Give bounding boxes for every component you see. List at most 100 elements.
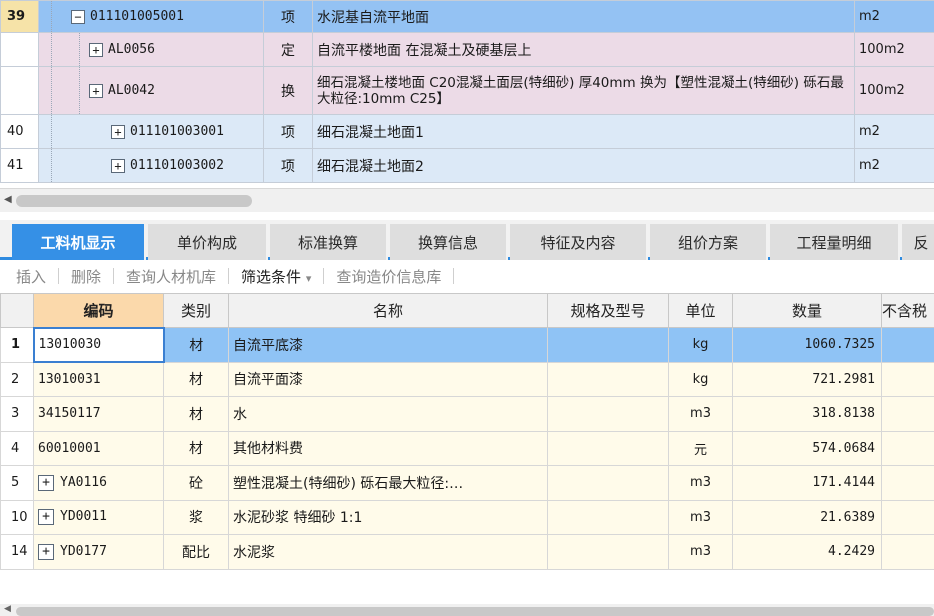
tab-labor-material-machine[interactable]: 工料机显示 bbox=[12, 224, 146, 260]
resource-excl-tax[interactable] bbox=[881, 430, 934, 466]
resource-unit[interactable]: m3 bbox=[668, 499, 733, 535]
expand-icon[interactable]: + bbox=[89, 42, 103, 57]
expand-icon[interactable]: + bbox=[38, 474, 54, 491]
resource-spec[interactable] bbox=[547, 465, 669, 501]
resource-row[interactable]: 14 + YD0177 配比 水泥浆 m3 4.2429 bbox=[0, 534, 934, 570]
expand-icon[interactable]: + bbox=[38, 543, 54, 560]
scroll-left-arrow-icon[interactable]: ◀ bbox=[4, 604, 11, 614]
resource-category[interactable]: 浆 bbox=[163, 499, 229, 535]
resource-quantity[interactable]: 171.4144 bbox=[732, 465, 882, 501]
resource-unit[interactable]: m3 bbox=[668, 396, 733, 432]
tab-pricing-scheme[interactable]: 组价方案 bbox=[650, 224, 768, 260]
item-code-cell[interactable]: − 011101005001 bbox=[38, 0, 264, 33]
item-code-cell[interactable]: + 011101003002 bbox=[38, 148, 264, 183]
resource-category[interactable]: 砼 bbox=[163, 465, 229, 501]
expand-icon[interactable]: + bbox=[111, 124, 125, 139]
resource-code-cell[interactable]: + YD0177 bbox=[33, 534, 164, 570]
scrollbar-thumb[interactable] bbox=[16, 607, 934, 616]
resource-quantity[interactable]: 574.0684 bbox=[732, 430, 882, 466]
resource-excl-tax[interactable] bbox=[881, 465, 934, 501]
resource-excl-tax[interactable] bbox=[881, 499, 934, 535]
resource-quantity[interactable]: 4.2429 bbox=[732, 534, 882, 570]
resource-row[interactable]: 3 34150117 材 水 m3 318.8138 bbox=[0, 396, 934, 432]
resource-quantity[interactable]: 318.8138 bbox=[732, 396, 882, 432]
header-excl-tax[interactable]: 不含税 bbox=[881, 293, 934, 328]
collapse-icon[interactable]: − bbox=[71, 9, 85, 24]
resource-row[interactable]: 10 + YD0011 浆 水泥砂浆 特细砂 1:1 m3 21.6389 bbox=[0, 499, 934, 535]
resource-category[interactable]: 材 bbox=[163, 430, 229, 466]
tab-quantity-detail[interactable]: 工程量明细 bbox=[770, 224, 900, 260]
item-unit[interactable]: m2 bbox=[854, 148, 934, 183]
resource-name[interactable]: 自流平底漆 bbox=[228, 327, 548, 363]
resource-category[interactable]: 材 bbox=[163, 327, 229, 363]
expand-icon[interactable]: + bbox=[111, 158, 125, 173]
item-name[interactable]: 水泥基自流平地面 bbox=[312, 0, 855, 33]
resource-row[interactable]: 1 13010030 材 自流平底漆 kg 1060.7325 bbox=[0, 326, 934, 363]
tab-overflow[interactable]: 反 bbox=[902, 224, 934, 260]
bill-row[interactable]: 41 + 011101003002 项 细石混凝土地面2 m2 bbox=[0, 148, 934, 183]
query-price-info-button[interactable]: 查询造价信息库 bbox=[324, 266, 453, 287]
resource-unit[interactable]: m3 bbox=[668, 534, 733, 570]
resource-excl-tax[interactable] bbox=[881, 396, 934, 432]
resource-spec[interactable] bbox=[547, 327, 669, 363]
quota-row[interactable]: + AL0042 换 细石混凝土楼地面 C20混凝土面层(特细砂) 厚40mm … bbox=[0, 66, 934, 115]
resource-name[interactable]: 水 bbox=[228, 396, 548, 432]
filter-dropdown[interactable]: 筛选条件 ▾ bbox=[229, 266, 323, 287]
bill-row[interactable]: 39 − 011101005001 项 水泥基自流平地面 m2 bbox=[0, 0, 934, 33]
delete-button[interactable]: 删除 bbox=[59, 266, 113, 287]
tab-unit-price-composition[interactable]: 单价构成 bbox=[148, 224, 268, 260]
resource-code-cell[interactable]: + YA0116 bbox=[33, 465, 164, 501]
header-category[interactable]: 类别 bbox=[163, 293, 229, 328]
quota-row[interactable]: + AL0056 定 自流平楼地面 在混凝土及硬基层上 100m2 bbox=[0, 32, 934, 67]
resource-name[interactable]: 其他材料费 bbox=[228, 430, 548, 466]
bottom-horizontal-scrollbar[interactable]: ◀ bbox=[0, 604, 934, 616]
scrollbar-thumb[interactable] bbox=[16, 195, 252, 207]
item-code-cell[interactable]: + AL0042 bbox=[38, 66, 264, 115]
resource-category[interactable]: 材 bbox=[163, 361, 229, 397]
resource-unit[interactable]: kg bbox=[668, 327, 733, 363]
item-name[interactable]: 细石混凝土楼地面 C20混凝土面层(特细砂) 厚40mm 换为【塑性混凝土(特细… bbox=[312, 66, 855, 115]
item-unit[interactable]: m2 bbox=[854, 0, 934, 33]
scroll-left-arrow-icon[interactable]: ◀ bbox=[4, 194, 12, 205]
resource-quantity[interactable]: 721.2981 bbox=[732, 361, 882, 397]
resource-spec[interactable] bbox=[547, 534, 669, 570]
item-unit[interactable]: 100m2 bbox=[854, 32, 934, 67]
resource-name[interactable]: 塑性混凝土(特细砂) 砾石最大粒径:… bbox=[228, 465, 548, 501]
resource-excl-tax[interactable] bbox=[881, 327, 934, 363]
resource-code-cell[interactable]: + YD0011 bbox=[33, 499, 164, 535]
resource-spec[interactable] bbox=[547, 430, 669, 466]
header-name[interactable]: 名称 bbox=[228, 293, 548, 328]
expand-icon[interactable]: + bbox=[89, 83, 103, 98]
bill-row[interactable]: 40 + 011101003001 项 细石混凝土地面1 m2 bbox=[0, 114, 934, 149]
tab-features-content[interactable]: 特征及内容 bbox=[510, 224, 648, 260]
resource-row[interactable]: 2 13010031 材 自流平面漆 kg 721.2981 bbox=[0, 361, 934, 397]
resource-spec[interactable] bbox=[547, 396, 669, 432]
header-quantity[interactable]: 数量 bbox=[732, 293, 882, 328]
resource-name[interactable]: 自流平面漆 bbox=[228, 361, 548, 397]
item-unit[interactable]: m2 bbox=[854, 114, 934, 149]
item-unit[interactable]: 100m2 bbox=[854, 66, 934, 115]
resource-code[interactable]: 13010030 bbox=[32, 326, 165, 363]
resource-row[interactable]: 4 60010001 材 其他材料费 元 574.0684 bbox=[0, 430, 934, 466]
resource-code[interactable]: 60010001 bbox=[33, 430, 164, 466]
resource-category[interactable]: 配比 bbox=[163, 534, 229, 570]
resource-category[interactable]: 材 bbox=[163, 396, 229, 432]
header-spec[interactable]: 规格及型号 bbox=[547, 293, 669, 328]
item-name[interactable]: 细石混凝土地面1 bbox=[312, 114, 855, 149]
expand-icon[interactable]: + bbox=[38, 509, 54, 526]
item-name[interactable]: 细石混凝土地面2 bbox=[312, 148, 855, 183]
item-code-cell[interactable]: + 011101003001 bbox=[38, 114, 264, 149]
insert-button[interactable]: 插入 bbox=[0, 266, 58, 287]
resource-spec[interactable] bbox=[547, 361, 669, 397]
item-name[interactable]: 自流平楼地面 在混凝土及硬基层上 bbox=[312, 32, 855, 67]
resource-name[interactable]: 水泥砂浆 特细砂 1:1 bbox=[228, 499, 548, 535]
tab-conversion-info[interactable]: 换算信息 bbox=[390, 224, 508, 260]
query-library-button[interactable]: 查询人材机库 bbox=[114, 266, 228, 287]
resource-excl-tax[interactable] bbox=[881, 534, 934, 570]
resource-unit[interactable]: kg bbox=[668, 361, 733, 397]
resource-unit[interactable]: 元 bbox=[668, 430, 733, 466]
resource-excl-tax[interactable] bbox=[881, 361, 934, 397]
tab-standard-conversion[interactable]: 标准换算 bbox=[270, 224, 388, 260]
resource-row[interactable]: 5 + YA0116 砼 塑性混凝土(特细砂) 砾石最大粒径:… m3 171.4… bbox=[0, 465, 934, 501]
resource-name[interactable]: 水泥浆 bbox=[228, 534, 548, 570]
